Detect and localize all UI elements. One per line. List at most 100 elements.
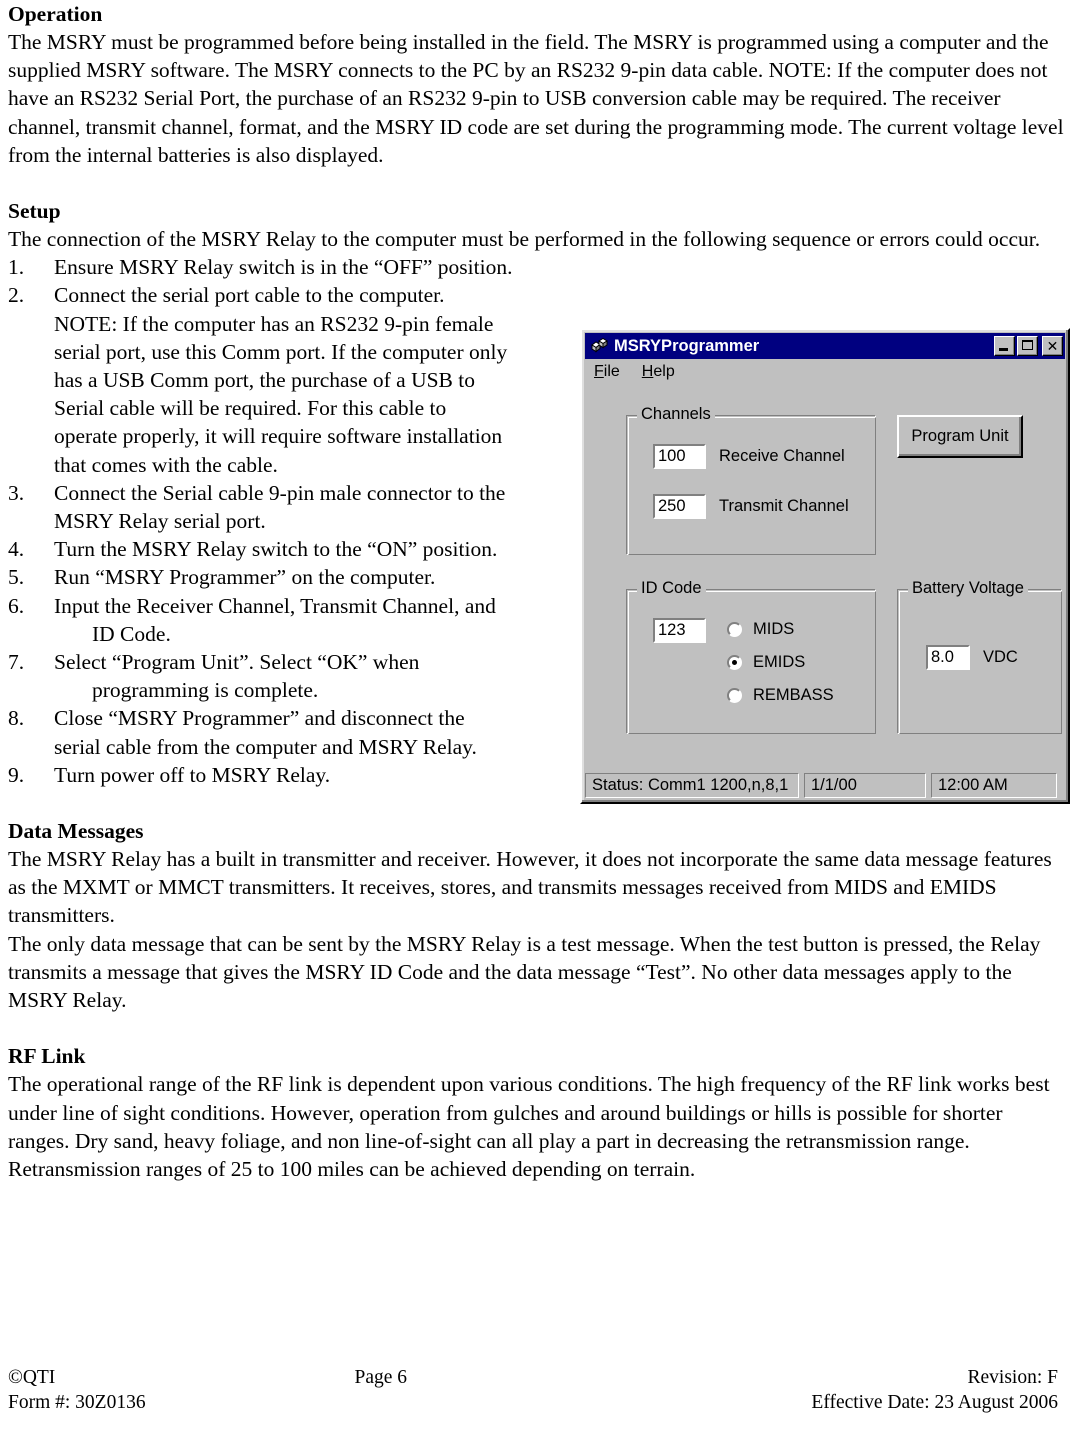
- setup-step-number: 5.: [8, 565, 25, 590]
- radio-emids-indicator: [727, 655, 742, 670]
- setup-step-line: operate properly, it will require softwa…: [54, 424, 503, 449]
- radio-emids-label: EMIDS: [753, 653, 806, 671]
- radio-option-rembass[interactable]: REMBASS: [727, 686, 834, 705]
- id-code-input[interactable]: 123: [653, 618, 706, 643]
- footer-revision: Revision: F: [967, 1367, 1058, 1388]
- transmit-channel-input[interactable]: 250: [653, 494, 706, 519]
- footer-row-bottom: Form #: 30Z0136 Effective Date: 23 Augus…: [8, 1390, 1058, 1415]
- receive-channel-row: 100 Receive Channel: [653, 444, 845, 469]
- program-unit-button[interactable]: Program Unit: [897, 415, 1023, 458]
- receive-channel-label: Receive Channel: [719, 447, 845, 465]
- setup-step: 8. Close “MSRY Programmer” and disconnect…: [8, 704, 574, 760]
- footer-page-number: Page 6: [354, 1367, 408, 1388]
- close-icon[interactable]: ✕: [1042, 336, 1063, 356]
- radio-rembass-label: REMBASS: [753, 686, 834, 704]
- setup-step-list: 1. Ensure MSRY Relay switch is in the “OF…: [8, 253, 574, 789]
- heading-data-messages: Data Messages: [8, 819, 144, 844]
- footer-effective-date: Effective Date: 23 August 2006: [811, 1392, 1058, 1413]
- msry-programmer-window[interactable]: MSRYProgrammer ✕ File Help Channels 100 …: [580, 328, 1070, 804]
- status-comm-pane: Status: Comm1 1200,n,8,1: [585, 773, 799, 798]
- id-code-group: ID Code 123 MIDS EMIDS REMBASS: [626, 579, 876, 734]
- radio-mids-indicator: [727, 622, 742, 637]
- channels-group-label: Channels: [637, 405, 715, 424]
- setup-step-line: has a USB Comm port, the purchase of a U…: [54, 368, 475, 393]
- radio-option-emids[interactable]: EMIDS: [727, 653, 805, 672]
- setup-step-line: programming is complete.: [92, 678, 319, 703]
- channels-group: Channels 100 Receive Channel 250 Transmi…: [626, 405, 876, 555]
- footer-spacer: [355, 1390, 586, 1415]
- maximize-icon[interactable]: [1017, 336, 1038, 356]
- setup-step-line: Select “Program Unit”. Select “OK” when: [54, 650, 420, 675]
- document-page: Operation The MSRY must be programmed be…: [0, 0, 1072, 1437]
- receive-channel-input[interactable]: 100: [653, 444, 706, 469]
- setup-step-number: 7.: [8, 650, 25, 675]
- setup-step: 2. Connect the serial port cable to the c…: [8, 281, 574, 478]
- setup-step-line: MSRY Relay serial port.: [54, 509, 266, 534]
- setup-step: 3. Connect the Serial cable 9-pin male co…: [8, 479, 574, 535]
- setup-step-line: Input the Receiver Channel, Transmit Cha…: [54, 593, 496, 618]
- paragraph-data-messages-1: The MSRY Relay has a built in transmitte…: [8, 847, 1052, 928]
- battery-voltage-unit: VDC: [983, 648, 1018, 666]
- setup-step-line: Connect the serial port cable to the com…: [54, 283, 445, 308]
- setup-step-line: that comes with the cable.: [54, 452, 278, 477]
- radio-option-mids[interactable]: MIDS: [727, 620, 794, 639]
- setup-step: 6. Input the Receiver Channel, Transmit C…: [8, 592, 574, 648]
- setup-step: 1. Ensure MSRY Relay switch is in the “OF…: [8, 253, 574, 281]
- setup-step: 5. Run “MSRY Programmer” on the computer.: [8, 563, 574, 591]
- id-code-group-label: ID Code: [637, 579, 706, 598]
- window-menubar: File Help: [585, 359, 1065, 385]
- setup-step-line: Turn the MSRY Relay switch to the “ON” p…: [54, 537, 498, 562]
- menu-file[interactable]: File: [594, 363, 620, 381]
- status-time-pane: 12:00 AM: [931, 773, 1057, 798]
- transmit-channel-row: 250 Transmit Channel: [653, 494, 849, 519]
- setup-step-number: 4.: [8, 537, 25, 562]
- footer-form-number: Form #: 30Z0136: [8, 1392, 146, 1413]
- paragraph-data-messages-2: The only data message that can be sent b…: [8, 931, 1041, 1013]
- setup-step: 7. Select “Program Unit”. Select “OK” whe…: [8, 648, 574, 704]
- radio-rembass-indicator: [727, 688, 742, 703]
- setup-step-number: 3.: [8, 480, 25, 505]
- paragraph-setup: The connection of the MSRY Relay to the …: [8, 227, 1041, 252]
- setup-step-line: NOTE: If the computer has an RS232 9-pin…: [54, 311, 494, 336]
- page-footer: ©QTI Page 6 Revision: F Form #: 30Z0136 …: [8, 1365, 1058, 1415]
- id-code-row: 123: [653, 618, 706, 643]
- window-controls: ✕: [994, 336, 1063, 356]
- footer-row-top: ©QTI Page 6 Revision: F: [8, 1365, 1058, 1390]
- window-client-area: Channels 100 Receive Channel 250 Transmi…: [585, 385, 1065, 799]
- window-statusbar: Status: Comm1 1200,n,8,1 1/1/00 12:00 AM: [585, 773, 1065, 798]
- menu-help[interactable]: Help: [642, 363, 675, 381]
- battery-voltage-row: 8.0 VDC: [926, 645, 1018, 670]
- setup-step-line: ID Code.: [92, 621, 171, 646]
- setup-step-line: Serial cable will be required. For this …: [54, 396, 447, 421]
- setup-step: 9. Turn power off to MSRY Relay.: [8, 761, 574, 789]
- setup-step-number: 6.: [8, 593, 25, 618]
- setup-step-line: Close “MSRY Programmer” and disconnect t…: [54, 706, 465, 731]
- setup-step-line: Connect the Serial cable 9-pin male conn…: [54, 480, 506, 505]
- setup-step-line: Turn power off to MSRY Relay.: [54, 762, 331, 787]
- setup-step-line: serial cable from the computer and MSRY …: [54, 734, 477, 759]
- setup-step-line: Run “MSRY Programmer” on the computer.: [54, 565, 436, 590]
- setup-step: 4. Turn the MSRY Relay switch to the “ON”…: [8, 535, 574, 563]
- battery-voltage-group: Battery Voltage 8.0 VDC: [897, 579, 1062, 734]
- app-device-icon: [589, 336, 609, 356]
- setup-step-number: 1.: [8, 255, 25, 280]
- minimize-icon[interactable]: [994, 336, 1015, 356]
- heading-operation: Operation: [8, 2, 103, 26]
- status-date-pane: 1/1/00: [804, 773, 926, 798]
- paragraph-operation: The MSRY must be programmed before being…: [8, 30, 1064, 167]
- footer-copyright: ©QTI: [8, 1367, 56, 1388]
- setup-step-number: 8.: [8, 706, 25, 731]
- battery-voltage-value: 8.0: [926, 645, 970, 670]
- battery-voltage-group-label: Battery Voltage: [908, 579, 1028, 598]
- window-inner: MSRYProgrammer ✕ File Help Channels 100 …: [582, 330, 1068, 802]
- menu-help-rest: elp: [653, 363, 675, 380]
- heading-rf-link: RF Link: [8, 1044, 86, 1069]
- transmit-channel-label: Transmit Channel: [719, 497, 849, 515]
- window-titlebar[interactable]: MSRYProgrammer ✕: [585, 333, 1065, 359]
- paragraph-rf-link: The operational range of the RF link is …: [8, 1072, 1050, 1181]
- setup-step-number: 9.: [8, 762, 25, 787]
- setup-step-line: serial port, use this Comm port. If the …: [54, 339, 508, 364]
- heading-setup: Setup: [8, 199, 61, 224]
- window-title: MSRYProgrammer: [614, 336, 760, 355]
